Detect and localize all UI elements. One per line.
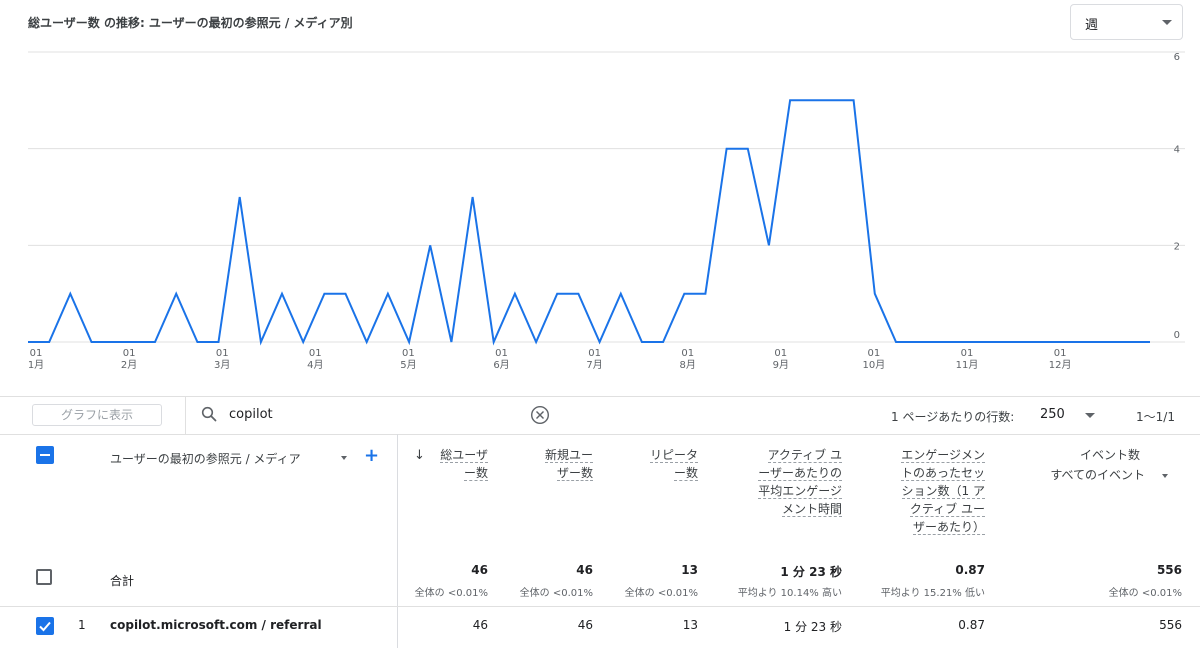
totals-label: 合計 [110, 574, 135, 588]
metric-header-engaged-sessions-per-user[interactable]: エンゲージメン トのあったセッ ション数（1 ア クティブ ユー ザーあたり） [900, 446, 985, 536]
x-tick-month: 3月 [214, 359, 230, 371]
metric-header-new-users[interactable]: 新規ユー ザー数 [544, 446, 593, 482]
total-value: 0.87 [955, 563, 985, 577]
x-tick-month: 4月 [307, 359, 323, 371]
metric-header-line: イベント数 [1079, 448, 1140, 462]
clear-search-icon[interactable] [530, 405, 550, 425]
total-sub: 全体の <0.01% [1108, 588, 1182, 599]
x-tick-day: 01 [309, 348, 322, 359]
dropdown-arrow-icon[interactable] [1162, 474, 1168, 478]
checkmark-icon [39, 621, 51, 632]
x-tick-day: 01 [681, 348, 694, 359]
search-icon [201, 406, 217, 422]
x-tick-day: 01 [216, 348, 229, 359]
metric-header-line: ザーあたり） [912, 520, 985, 535]
metric-header-line: エンゲージメン [901, 448, 985, 463]
total-value: 46 [576, 563, 593, 577]
plot-graph-button[interactable]: グラフに表示 [32, 404, 162, 426]
total-sub: 平均より 10.14% 高い [737, 588, 842, 599]
total-sub: 平均より 15.21% 低い [880, 588, 985, 599]
metric-header-line: ザー数 [556, 466, 593, 481]
x-tick-month: 5月 [400, 359, 416, 371]
y-tick-label: 0 [1174, 330, 1180, 341]
rows-per-page-select[interactable]: 250 [1040, 407, 1065, 422]
total-value: 1 分 23 秒 [780, 565, 842, 579]
metric-header-line: ーザーあたりの [758, 466, 842, 481]
total-value: 13 [681, 563, 698, 577]
search-input[interactable]: copilot [229, 407, 273, 422]
x-tick-month: 7月 [586, 359, 602, 371]
x-tick-day: 01 [961, 348, 974, 359]
select-all-checkbox[interactable] [36, 446, 54, 464]
total-sub: 全体の <0.01% [414, 588, 488, 599]
metric-header-line: トのあったセッ [900, 466, 985, 481]
total-sub: 全体の <0.01% [519, 588, 593, 599]
x-tick-day: 01 [402, 348, 415, 359]
x-tick-month: 10月 [863, 359, 886, 371]
row-value: 46 [577, 618, 593, 632]
metric-header-line: リピータ [649, 448, 698, 463]
metric-header-line: アクティブ ユ [767, 448, 842, 463]
metric-header-avg-engagement-time[interactable]: アクティブ ユ ーザーあたりの 平均エンゲージ メント時間 [758, 446, 842, 518]
sort-descending-icon[interactable]: ↓ [414, 448, 425, 463]
row-value: 0.87 [958, 618, 985, 632]
divider [0, 434, 1200, 435]
x-tick-month: 9月 [773, 359, 789, 371]
y-tick-label: 6 [1174, 52, 1180, 63]
y-tick-label: 2 [1174, 241, 1180, 252]
row-value: 46 [472, 618, 488, 632]
dropdown-arrow-icon [1162, 20, 1172, 25]
chart-title: 総ユーザー数 の推移: ユーザーの最初の参照元 / メディア別 [28, 16, 353, 30]
total-value: 46 [471, 563, 488, 577]
add-dimension-icon[interactable]: + [364, 447, 379, 465]
series-line [28, 99, 1150, 346]
divider [0, 396, 1200, 397]
row-value: 556 [1159, 618, 1182, 632]
metric-header-line: クティブ ユー [909, 502, 985, 517]
y-tick-label: 4 [1174, 145, 1180, 156]
dropdown-arrow-icon[interactable] [1085, 413, 1095, 418]
metric-header-line: 平均エンゲージ [758, 484, 842, 499]
metric-header-line: ー数 [673, 466, 698, 481]
metric-header-line: 新規ユー [544, 448, 593, 463]
metric-header-line: メント時間 [781, 502, 842, 517]
x-tick-month: 2月 [121, 359, 137, 371]
x-tick-month: 1月 [28, 359, 44, 371]
x-tick-day: 01 [588, 348, 601, 359]
total-sub: 全体の <0.01% [624, 588, 698, 599]
dimension-header[interactable]: ユーザーの最初の参照元 / メディア [110, 450, 301, 467]
event-filter-select[interactable]: すべてのイベント [1050, 466, 1145, 484]
x-tick-month: 6月 [493, 359, 509, 371]
x-tick-day: 01 [30, 348, 43, 359]
row-dimension-value[interactable]: copilot.microsoft.com / referral [110, 618, 322, 632]
line-chart: 6420011月012月013月014月015月016月017月018月019月… [28, 51, 1185, 371]
metric-header-returning-users[interactable]: リピータ ー数 [649, 446, 698, 482]
divider [185, 396, 186, 434]
x-tick-month: 12月 [1049, 359, 1072, 371]
row-value: 13 [682, 618, 698, 632]
row-index: 1 [78, 618, 86, 632]
x-tick-day: 01 [123, 348, 136, 359]
metric-header-line: ー数 [463, 466, 488, 481]
dropdown-arrow-icon[interactable] [341, 456, 347, 460]
row-value: 1 分 23 秒 [783, 620, 842, 634]
metric-header-line: 総ユーザ [440, 448, 488, 463]
x-tick-day: 01 [868, 348, 881, 359]
x-tick-day: 01 [1054, 348, 1067, 359]
total-value: 556 [1156, 563, 1182, 577]
row-checkbox[interactable] [36, 617, 54, 635]
metric-header-total-users[interactable]: 総ユーザ ー数 [440, 446, 488, 482]
totals-checkbox[interactable] [36, 569, 52, 585]
period-select[interactable]: 週 [1070, 4, 1183, 40]
rows-per-page-label: 1 ページあたりの行数: [891, 410, 1015, 424]
metric-header-event-count[interactable]: イベント数 [1080, 446, 1140, 464]
period-select-value: 週 [1085, 18, 1099, 33]
x-tick-month: 11月 [956, 359, 979, 371]
metric-header-line: ション数（1 ア [901, 484, 985, 499]
x-tick-day: 01 [495, 348, 508, 359]
x-tick-month: 8月 [680, 359, 696, 371]
page-range: 1〜1/1 [1136, 410, 1175, 424]
x-tick-day: 01 [774, 348, 787, 359]
